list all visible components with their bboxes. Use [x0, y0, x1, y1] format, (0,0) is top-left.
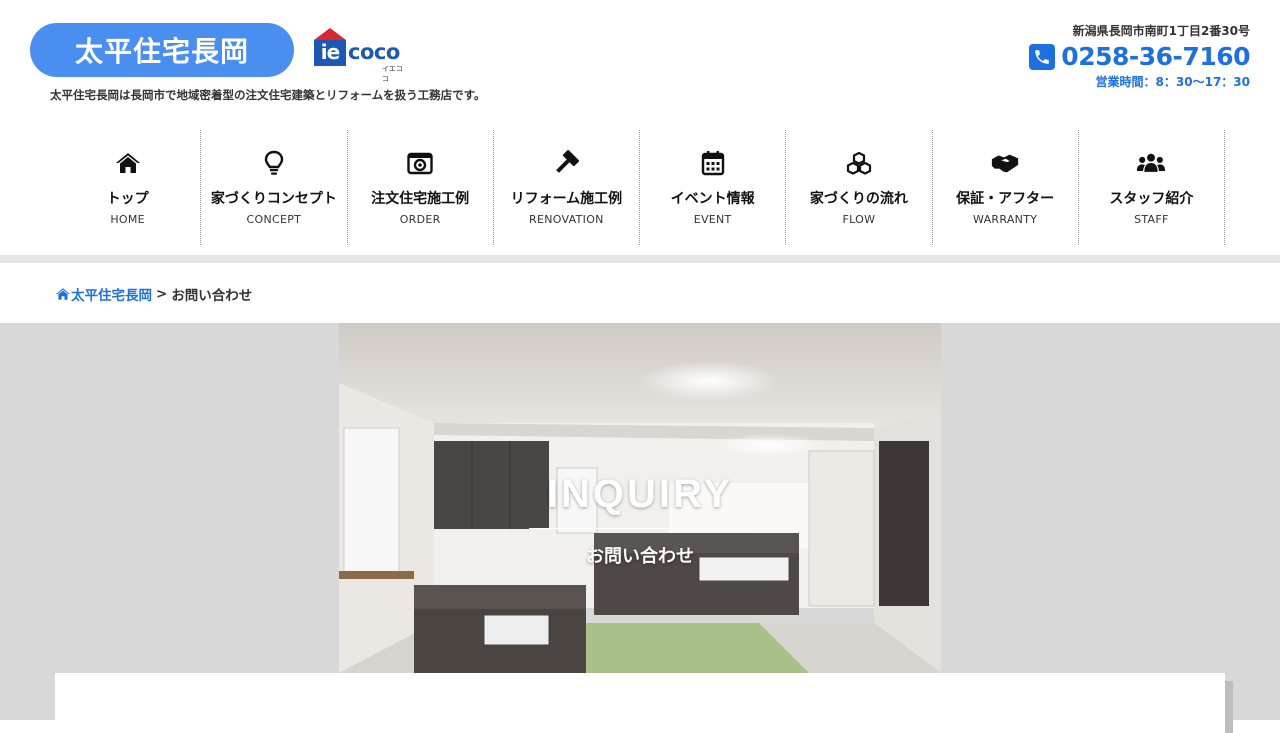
- breadcrumb-home-label: 太平住宅長岡: [71, 288, 152, 304]
- lightbulb-icon: [259, 150, 289, 176]
- nav-item-event[interactable]: イベント情報 EVENT: [640, 130, 787, 245]
- nav-item-warranty[interactable]: 保証・アフター WARRANTY: [933, 130, 1079, 245]
- cubes-icon: [844, 150, 874, 176]
- global-nav: トップ HOME 家づくりコンセプト CONCEPT 注文住宅施工例 ORDER…: [55, 130, 1225, 245]
- phone-icon: [1029, 44, 1056, 70]
- site-header: 太平住宅長岡 ie coco イエココ 太平住宅長岡は長岡市で地域密着型の注文住…: [0, 0, 1280, 124]
- nav-label: リフォーム施工例: [510, 191, 623, 207]
- nav-label: 家づくりの流れ: [809, 191, 908, 207]
- nav-item-staff[interactable]: スタッフ紹介 STAFF: [1079, 130, 1225, 245]
- nav-sub: RENOVATION: [529, 213, 604, 226]
- nav-label: スタッフ紹介: [1109, 191, 1194, 207]
- nav-sub: FLOW: [842, 213, 876, 226]
- content-card: [55, 673, 1225, 733]
- phone-number: 0258-36-7160: [1061, 42, 1250, 71]
- breadcrumb: 太平住宅長岡 > お問い合わせ: [55, 284, 252, 304]
- site-logo[interactable]: 太平住宅長岡: [30, 23, 294, 77]
- iecoco-coco: coco: [348, 40, 400, 64]
- nav-label: 注文住宅施工例: [371, 191, 470, 207]
- nav-item-home[interactable]: トップ HOME: [55, 130, 202, 245]
- site-tagline: 太平住宅長岡は長岡市で地域密着型の注文住宅建築とリフォームを扱う工務店です。: [50, 88, 486, 102]
- nav-item-concept[interactable]: 家づくりコンセプト CONCEPT: [201, 130, 348, 245]
- breadcrumb-current: お問い合わせ: [171, 288, 253, 304]
- hero-title: INQUIRY: [546, 472, 734, 516]
- nav-item-order[interactable]: 注文住宅施工例 ORDER: [348, 130, 494, 245]
- camera-icon: [405, 150, 435, 176]
- address: 新潟県長岡市南町1丁目2番30号: [1072, 24, 1250, 38]
- nav-item-flow[interactable]: 家づくりの流れ FLOW: [786, 130, 933, 245]
- nav-label: 家づくりコンセプト: [210, 191, 337, 207]
- iecoco-logo[interactable]: ie coco イエココ: [312, 28, 408, 83]
- nav-sub: STAFF: [1134, 213, 1169, 226]
- nav-sub: CONCEPT: [246, 213, 302, 226]
- contact-info: 新潟県長岡市南町1丁目2番30号 0258-36-7160 営業時間：8：30～…: [1029, 22, 1250, 90]
- iecoco-ie: ie: [314, 40, 346, 66]
- nav-label: イベント情報: [670, 191, 755, 207]
- nav-label: トップ: [106, 191, 149, 207]
- phone-link[interactable]: 0258-36-7160: [1029, 43, 1250, 71]
- breadcrumb-separator: >: [156, 286, 168, 302]
- content-card-shadow: [1225, 681, 1233, 733]
- handshake-icon: [990, 150, 1020, 176]
- nav-sub: WARRANTY: [973, 213, 1038, 226]
- nav-sub: ORDER: [399, 213, 441, 226]
- nav-sub: EVENT: [693, 213, 732, 226]
- nav-item-renovation[interactable]: リフォーム施工例 RENOVATION: [494, 130, 640, 245]
- hero-subtitle: お問い合わせ: [586, 546, 694, 567]
- breadcrumb-home-link[interactable]: 太平住宅長岡: [55, 284, 152, 304]
- home-icon: [56, 288, 70, 300]
- nav-label: 保証・アフター: [956, 191, 1055, 207]
- calendar-icon: [698, 150, 728, 176]
- home-icon: [113, 150, 143, 176]
- divider-bar: [0, 255, 1280, 263]
- hammer-icon: [551, 150, 581, 176]
- nav-sub: HOME: [110, 213, 145, 226]
- hero-underline: [529, 528, 751, 529]
- roof-shape: [314, 28, 346, 40]
- business-hours: 営業時間：8：30～17：30: [1095, 75, 1250, 89]
- users-icon: [1136, 150, 1166, 176]
- iecoco-reading: イエココ: [382, 65, 403, 83]
